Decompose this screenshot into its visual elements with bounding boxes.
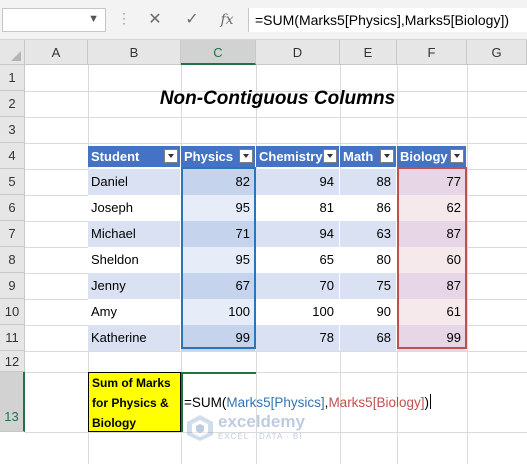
formula-prefix: =SUM( [184,395,227,410]
table-cell-math[interactable]: 63 [340,221,397,247]
insert-function-icon[interactable]: fx [215,8,239,32]
select-all-corner[interactable] [0,40,25,65]
cancel-icon[interactable]: ✕ [143,8,167,32]
table-cell-math[interactable]: 90 [340,299,397,325]
table-cell-math[interactable]: 80 [340,247,397,273]
row-header-9[interactable]: 9 [0,273,25,299]
filter-dropdown-icon[interactable] [380,149,394,163]
formula-bar: ▼ ⋮ ✕ ✓ fx =SUM(Marks5[Physics],Marks5[B… [0,0,527,40]
row-header-2[interactable]: 2 [0,91,25,117]
chevron-down-icon[interactable]: ▼ [88,13,99,25]
header-label: Chemistry [259,149,323,164]
table-cell-math[interactable]: 68 [340,325,397,351]
table-cell-chemistry[interactable]: 94 [256,221,340,247]
row-header-12[interactable]: 12 [0,351,25,372]
table-cell-chemistry[interactable]: 81 [256,195,340,221]
table-cell-student[interactable]: Sheldon [88,247,181,273]
name-box[interactable]: ▼ [2,8,106,32]
formula-ref-biology: Marks5[Biology] [328,395,425,410]
row-header-6[interactable]: 6 [0,195,25,221]
table-cell-math[interactable]: 75 [340,273,397,299]
column-header-a[interactable]: A [25,40,88,65]
sum-label-line: Sum of Marks [92,376,171,390]
row-header-13[interactable]: 13 [0,372,25,432]
enter-icon[interactable]: ✓ [180,8,204,32]
formula-suffix: ) [424,395,429,410]
formula-input[interactable]: =SUM(Marks5[Physics],Marks5[Biology]) [248,8,527,32]
table-cell-chemistry[interactable]: 70 [256,273,340,299]
filter-dropdown-icon[interactable] [450,149,464,163]
watermark-name: exceldemy [218,412,305,431]
header-label: Biology [400,149,448,164]
header-label: Physics [184,149,234,164]
row-header-3[interactable]: 3 [0,117,25,143]
filter-dropdown-icon[interactable] [164,149,178,163]
table-header-biology[interactable]: Biology [397,146,467,167]
table-cell-student[interactable]: Katherine [88,325,181,351]
sum-label-cell[interactable]: Sum of Marks for Physics & Biology [88,372,181,432]
table-cell-student[interactable]: Jenny [88,273,181,299]
row-header-7[interactable]: 7 [0,221,25,247]
table-cell-chemistry[interactable]: 65 [256,247,340,273]
row-header-10[interactable]: 10 [0,299,25,325]
row-header-11[interactable]: 11 [0,325,25,351]
cell-formula-text[interactable]: =SUM(Marks5[Physics],Marks5[Biology]) [184,394,431,410]
watermark-tagline: EXCEL · DATA · BI [218,432,303,441]
column-header-d[interactable]: D [256,40,340,65]
text-cursor [429,394,431,409]
column-header-c[interactable]: C [181,40,256,65]
table-header-chemistry[interactable]: Chemistry [256,146,340,167]
formula-ref-physics: Marks5[Physics] [226,395,325,410]
more-options-icon[interactable]: ⋮ [117,10,131,27]
column-header-b[interactable]: B [88,40,181,65]
header-label: Math [343,149,374,164]
biology-range-highlight [397,167,467,349]
table-cell-math[interactable]: 88 [340,169,397,195]
filter-dropdown-icon[interactable] [239,149,253,163]
sum-label-line: for Physics & [92,396,169,410]
table-cell-student[interactable]: Daniel [88,169,181,195]
row-header-8[interactable]: 8 [0,247,25,273]
row-header-4[interactable]: 4 [0,143,25,169]
column-header-f[interactable]: F [397,40,467,65]
table-cell-student[interactable]: Amy [88,299,181,325]
filter-dropdown-icon[interactable] [323,149,337,163]
table-cell-chemistry[interactable]: 94 [256,169,340,195]
table-header-physics[interactable]: Physics [181,146,256,167]
column-header-e[interactable]: E [340,40,397,65]
sum-label-line: Biology [92,416,136,430]
table-header-student[interactable]: Student [88,146,181,167]
table-cell-student[interactable]: Joseph [88,195,181,221]
table-cell-chemistry[interactable]: 100 [256,299,340,325]
row-header-1[interactable]: 1 [0,65,25,91]
table-cell-student[interactable]: Michael [88,221,181,247]
physics-range-highlight [181,167,256,349]
column-header-g[interactable]: G [467,40,527,65]
sheet-title[interactable]: Non-Contiguous Columns [90,88,465,114]
exceldemy-watermark: exceldemy EXCEL · DATA · BI [186,412,346,444]
header-label: Student [91,149,140,164]
table-header-math[interactable]: Math [340,146,397,167]
table-cell-math[interactable]: 86 [340,195,397,221]
table-cell-chemistry[interactable]: 78 [256,325,340,351]
exceldemy-logo-icon [187,415,213,441]
row-header-5[interactable]: 5 [0,169,25,195]
